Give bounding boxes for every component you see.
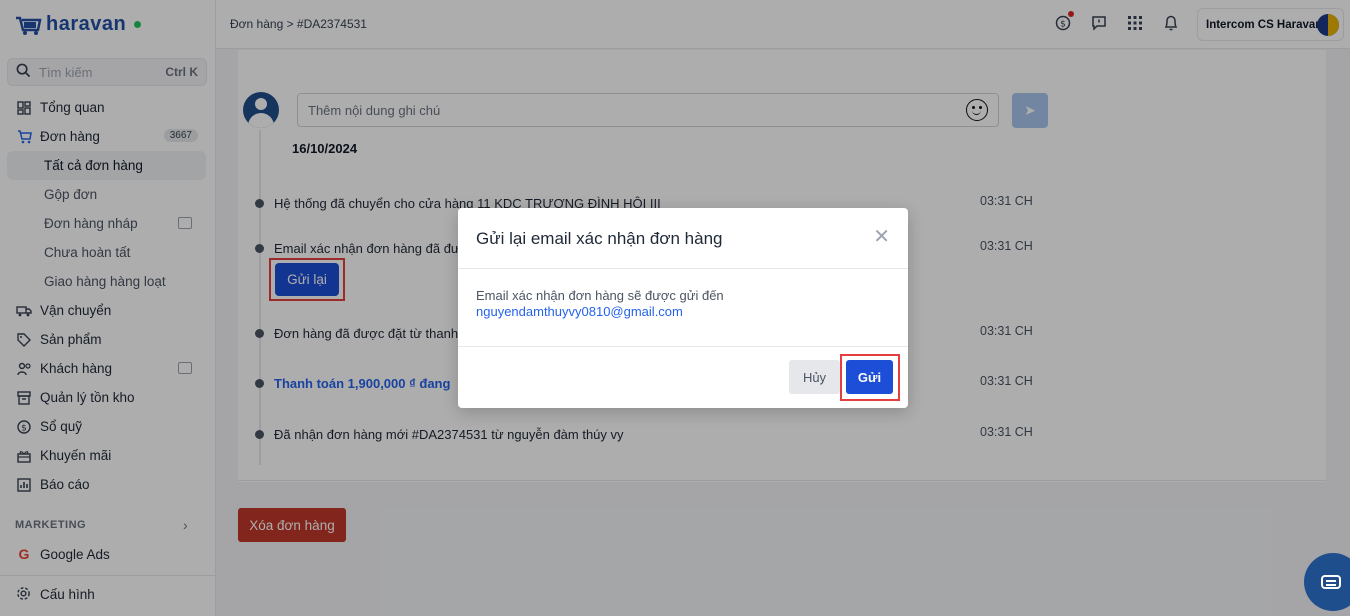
- divider: [458, 346, 908, 347]
- resend-email-modal: Gửi lại email xác nhận đơn hàng ✕ Email …: [458, 208, 908, 408]
- modal-title: Gửi lại email xác nhận đơn hàng: [476, 229, 723, 248]
- cancel-button[interactable]: Hủy: [789, 360, 840, 394]
- chat-bubble-icon: [1321, 575, 1341, 589]
- close-icon[interactable]: ✕: [873, 224, 890, 249]
- divider: [458, 268, 908, 269]
- modal-message: Email xác nhận đơn hàng sẽ được gửi đến: [476, 288, 724, 303]
- app-root: haravan Tìm kiếm Ctrl K Tổng quan Đơn hà…: [0, 0, 1350, 616]
- highlight-box: [840, 354, 900, 401]
- recipient-email: nguyendamthuyvy0810@gmail.com: [476, 304, 683, 319]
